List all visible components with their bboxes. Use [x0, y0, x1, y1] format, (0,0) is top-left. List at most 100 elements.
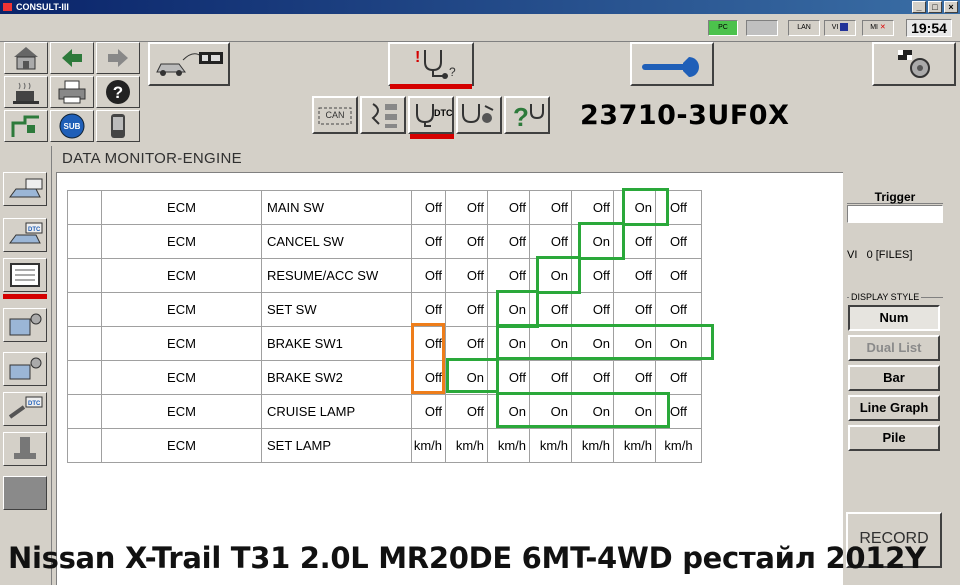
window-controls: _ □ ×: [912, 1, 958, 13]
value-cell: Off: [613, 258, 656, 293]
can-diagnosis-button[interactable]: CAN: [312, 96, 358, 134]
bar-style-button[interactable]: Bar: [848, 365, 940, 391]
item-name-cell: CRUISE LAMP: [261, 394, 412, 429]
close-button[interactable]: ×: [944, 1, 958, 13]
row-marker-cell: [67, 394, 102, 429]
back-button[interactable]: [50, 42, 94, 74]
svg-text:?: ?: [513, 102, 529, 130]
value-cell: km/h: [529, 428, 572, 463]
left-sidebar: DTC DTC: [0, 146, 52, 585]
value-cell: Off: [655, 292, 702, 327]
value-cell: Off: [487, 224, 530, 259]
line-graph-style-button[interactable]: Line Graph: [848, 395, 940, 421]
screen-capture-button[interactable]: [4, 110, 48, 142]
self-diagnosis-button[interactable]: [360, 96, 406, 134]
ecu-identification-button[interactable]: ?: [504, 96, 550, 134]
value-cell: Off: [445, 190, 488, 225]
table-row: ECM BRAKE SW2 Off On Off Off Off Off Off: [67, 360, 702, 395]
value-cell: km/h: [613, 428, 656, 463]
num-style-button[interactable]: Num: [848, 305, 940, 331]
diagnosis-button[interactable]: !?: [388, 42, 474, 86]
row-marker-cell: [67, 360, 102, 395]
value-cell: Off: [655, 394, 702, 429]
sidebar-dtc-button[interactable]: DTC: [3, 218, 47, 252]
value-cell: Off: [571, 360, 614, 395]
row-marker-cell: [67, 326, 102, 361]
trigger-field[interactable]: [847, 205, 943, 223]
flowchart-icon: [371, 103, 397, 128]
value-cell: On: [529, 394, 572, 429]
data-monitor-button[interactable]: [456, 96, 502, 134]
item-name-cell: BRAKE SW1: [261, 326, 412, 361]
sidebar-active-indicator: [3, 294, 47, 299]
pile-style-button[interactable]: Pile: [848, 425, 940, 451]
car-dtc-icon: DTC: [9, 222, 43, 244]
system-cell: ECM: [101, 360, 262, 395]
value-cell: On: [613, 394, 656, 429]
sidebar-dtc-work-button[interactable]: DTC: [3, 392, 47, 426]
car-scan-icon: [9, 178, 43, 198]
main-toolbar: ? SUB !? CAN DTC ? 23710-3UF0X: [0, 42, 960, 146]
maximize-button[interactable]: □: [928, 1, 942, 13]
sidebar-seat-button[interactable]: [3, 432, 47, 466]
ecu-part-number: 23710-3UF0X: [580, 100, 790, 131]
sidebar-data-monitor-button[interactable]: [3, 258, 47, 292]
sidebar-active-test-button[interactable]: [3, 308, 47, 342]
value-cell: Off: [445, 326, 488, 361]
dual-list-style-button: Dual List: [848, 335, 940, 361]
vehicle-caption: Nissan X-Trail T31 2.0L MR20DE 6MT-4WD р…: [8, 541, 926, 575]
diagnosis-active-indicator: [390, 84, 472, 89]
clock: 19:54: [906, 19, 952, 37]
item-name-cell: RESUME/ACC SW: [261, 258, 412, 293]
value-cell: Off: [655, 258, 702, 293]
value-cell: Off: [655, 224, 702, 259]
print-button[interactable]: [50, 76, 94, 108]
coffee-break-button[interactable]: [4, 76, 48, 108]
item-name-cell: SET LAMP: [261, 428, 412, 463]
value-cell: On: [487, 292, 530, 327]
value-cell: Off: [445, 394, 488, 429]
lan-status-indicator: LAN: [788, 20, 820, 36]
settings-button[interactable]: [872, 42, 956, 86]
mi-status-indicator: MI ✕: [862, 20, 894, 36]
dtc-button[interactable]: DTC: [408, 96, 454, 134]
car-vi-icon: [156, 52, 223, 76]
minimize-button[interactable]: _: [912, 1, 926, 13]
sub-mode-button[interactable]: SUB: [50, 110, 94, 142]
device-button[interactable]: [96, 110, 140, 142]
sidebar-disabled-button: [3, 476, 47, 510]
stethoscope-icon: !?: [415, 49, 456, 79]
value-cell: km/h: [571, 428, 614, 463]
question-stethoscope-icon: ?: [513, 102, 544, 130]
data-monitor-table: ECM MAIN SW Off Off Off Off Off On Off ECM CANCEL …: [67, 190, 702, 463]
value-cell: Off: [411, 224, 446, 259]
home-button[interactable]: [4, 42, 48, 74]
sidebar-work-support-button[interactable]: [3, 172, 47, 206]
table-row: ECM SET SW Off Off On Off Off Off Off: [67, 292, 702, 327]
wrench-dtc-icon: DTC: [8, 396, 43, 419]
screen-capture-icon: [11, 115, 39, 137]
value-cell: Off: [411, 326, 446, 361]
sidebar-utility-button[interactable]: [3, 352, 47, 386]
display-style-label: DISPLAY STYLE: [849, 292, 922, 302]
help-button[interactable]: ?: [96, 76, 140, 108]
value-cell: Off: [411, 292, 446, 327]
system-cell: ECM: [101, 326, 262, 361]
value-cell: Off: [529, 224, 572, 259]
value-cell: Off: [613, 360, 656, 395]
trigger-label: Trigger: [847, 190, 943, 204]
vi-status-indicator: VI: [824, 20, 856, 36]
arrow-left-icon: [62, 49, 82, 67]
forward-button[interactable]: [96, 42, 140, 74]
value-cell: Off: [571, 190, 614, 225]
table-row: ECM SET LAMP km/h km/h km/h km/h km/h km/h km/h: [67, 428, 702, 463]
table-row: ECM CRUISE LAMP Off Off On On On On Off: [67, 394, 702, 429]
system-cell: ECM: [101, 394, 262, 429]
value-cell: km/h: [445, 428, 488, 463]
work-support-button[interactable]: [630, 42, 714, 86]
mobile-device-icon: [111, 114, 125, 138]
wrench-icon: [642, 57, 699, 77]
table-row: ECM BRAKE SW1 Off Off On On On On On: [67, 326, 702, 361]
value-cell: Off: [487, 360, 530, 395]
vehicle-connect-button[interactable]: [148, 42, 230, 86]
